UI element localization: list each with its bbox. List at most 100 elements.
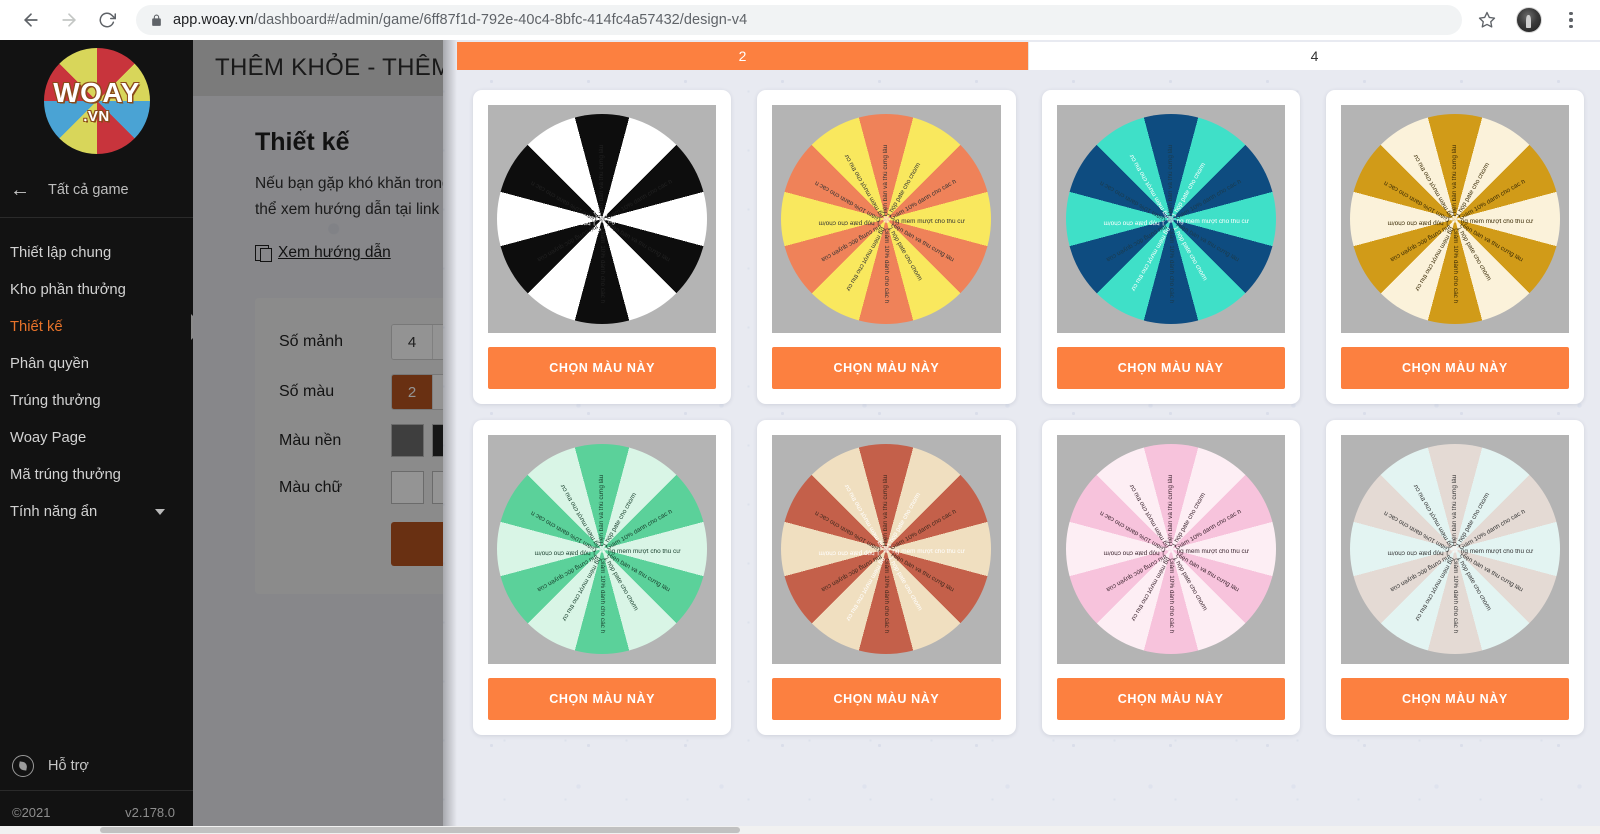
choose-color-button[interactable]: CHỌN MÀU NÀY: [1056, 347, 1285, 390]
color-picker-modal: 2 4 ng mềm mượt cho thú cư Hiện bàn và th…: [443, 40, 1600, 834]
arrow-left-icon: ←: [10, 178, 30, 201]
logo[interactable]: WOAY .VN: [0, 40, 193, 162]
sidebar-item-tinh-nang-an[interactable]: Tính năng ẩn: [0, 493, 193, 530]
sidebar-item-label: Kho phần thưởng: [10, 281, 126, 298]
wheel-segment-label: 1 hộp pate cho chó/m: [534, 219, 597, 226]
wheel-card: ng mềm mượt cho thú cư Hiện bàn và thú cư…: [1325, 90, 1584, 405]
wheel-card: ng mềm mượt cho thú cư Hiện bàn và thú cư…: [1041, 90, 1300, 405]
wheel-card: ng mềm mượt cho thú cư Hiện bàn và thú cư…: [473, 90, 732, 405]
wheel-segment-label: Hiện bàn và thú cưng lâu: [1451, 144, 1458, 217]
wheel-preview: ng mềm mượt cho thú cư Hiện bàn và thú cư…: [1056, 105, 1285, 334]
wheel-segment-label: 1 hộp pate cho chó/m: [818, 549, 881, 556]
sidebar-nav: Thiết lập chung Kho phần thưởng Thiết kế…: [0, 218, 193, 530]
choose-color-button[interactable]: CHỌN MÀU NÀY: [772, 677, 1001, 720]
sidebar-item-phan-quyen[interactable]: Phân quyền: [0, 345, 193, 382]
reload-icon[interactable]: [90, 3, 124, 37]
sidebar-item-label: Thiết kế: [10, 318, 63, 335]
forward-icon[interactable]: [52, 3, 86, 37]
modal-left-shadow: [443, 40, 457, 834]
wheel-segment-label: Hiện bàn và thú cưng lâu: [1167, 144, 1174, 217]
wheel-preview: ng mềm mượt cho thú cư Hiện bàn và thú cư…: [488, 105, 717, 334]
sidebar-item-label: Mã trúng thưởng: [10, 466, 121, 483]
sidebar-item-ma-trung-thuong[interactable]: Mã trúng thưởng: [0, 456, 193, 493]
wheel-card: ng mềm mượt cho thú cư Hiện bàn và thú cư…: [1325, 420, 1584, 735]
wheel-black-white: ng mềm mượt cho thú cư Hiện bàn và thú cư…: [497, 114, 708, 325]
wheel-gold-cream: ng mềm mượt cho thú cư Hiện bàn và thú cư…: [1349, 114, 1560, 325]
wheel-segment-label: ng mềm mượt cho thú cư: [1460, 549, 1534, 556]
scrollbar-thumb[interactable]: [100, 827, 740, 833]
wheel-segment-label: ng mềm mượt cho thú cư: [608, 549, 681, 556]
wheel-segment-label: 1 hộp pate cho chó/m: [1387, 549, 1449, 556]
wheel-segment-label: 1 hộp pate cho chó/m: [1103, 549, 1165, 556]
wheel-segment-label: Giảm 10% dành cho các h: [1167, 228, 1174, 303]
tab-4-colors[interactable]: 4: [1029, 42, 1600, 70]
wheel-segment-label: Hiện bàn và thú cưng lâu: [883, 144, 890, 217]
horizontal-scrollbar[interactable]: [0, 826, 1600, 834]
wheel-segment-label: Hiện bàn và thú cưng lâu: [1451, 475, 1458, 547]
wheel-segment-label: Giảm 10% dành cho các h: [599, 558, 606, 634]
chevron-down-icon: [155, 508, 165, 515]
version-text: v2.178.0: [125, 805, 175, 820]
sidebar-item-woay-page[interactable]: Woay Page: [0, 419, 193, 456]
back-icon[interactable]: [14, 3, 48, 37]
choose-color-button[interactable]: CHỌN MÀU NÀY: [1340, 677, 1569, 720]
wheel-card: ng mềm mượt cho thú cư Hiện bàn và thú cư…: [473, 420, 732, 735]
wheel-terracotta-beige: ng mềm mượt cho thú cư Hiện bàn và thú cư…: [781, 444, 992, 655]
app-viewport: WOAY .VN ← Tất cả game Thiết lập chung K…: [0, 40, 1600, 834]
support-link[interactable]: Hỗ trợ: [0, 742, 193, 790]
wheel-segment-label: Giảm 10% dành cho các h: [1167, 558, 1174, 634]
choose-color-button[interactable]: CHỌN MÀU NÀY: [1056, 677, 1285, 720]
wheel-preview: ng mềm mượt cho thú cư Hiện bàn và thú cư…: [1056, 435, 1285, 664]
wheel-segment-label: Giảm 10% dành cho các h: [1452, 228, 1459, 303]
address-bar[interactable]: app.woay.vn/dashboard#/admin/game/6ff87f…: [136, 5, 1462, 35]
url-text: app.woay.vn/dashboard#/admin/game/6ff87f…: [173, 12, 747, 28]
sidebar-item-label: Tính năng ẩn: [10, 503, 98, 520]
wheel-segment-label: Hiện bàn và thú cưng lâu: [598, 475, 605, 547]
wheel-card: ng mềm mượt cho thú cư Hiện bàn và thú cư…: [1041, 420, 1300, 735]
wheel-navy-turquoise: ng mềm mượt cho thú cư Hiện bàn và thú cư…: [1065, 114, 1276, 325]
wheel-preview: ng mềm mượt cho thú cư Hiện bàn và thú cư…: [488, 435, 717, 664]
wheel-segment-label: ng mềm mượt cho thú cư: [892, 549, 965, 556]
wheel-pink-pale: ng mềm mượt cho thú cư Hiện bàn và thú cư…: [1065, 444, 1276, 655]
wheel-segment-label: Giảm 10% dành cho các h: [599, 228, 606, 303]
wheel-segment-label: Hiện bàn và thú cưng lâu: [1167, 475, 1174, 547]
wheel-preview: ng mềm mượt cho thú cư Hiện bàn và thú cư…: [772, 105, 1001, 334]
choose-color-button[interactable]: CHỌN MÀU NÀY: [488, 677, 717, 720]
sidebar-item-trung-thuong[interactable]: Trúng thưởng: [0, 382, 193, 419]
wheel-segment-label: Giảm 10% dành cho các h: [1452, 558, 1459, 634]
choose-color-button[interactable]: CHỌN MÀU NÀY: [1340, 347, 1569, 390]
sidebar-item-thiet-ke[interactable]: Thiết kế: [0, 308, 193, 345]
color-count-tabs: 2 4: [457, 42, 1600, 70]
back-to-all-games[interactable]: ← Tất cả game: [0, 162, 193, 218]
star-icon[interactable]: [1472, 5, 1502, 35]
compass-icon: [12, 755, 34, 777]
choose-color-button[interactable]: CHỌN MÀU NÀY: [488, 347, 717, 390]
wheel-green-mint: ng mềm mượt cho thú cư Hiện bàn và thú cư…: [497, 444, 708, 655]
url-path: /dashboard#/admin/game/6ff87f1d-792e-40c…: [253, 12, 748, 28]
wheel-segment-label: ng mềm mượt cho thú cư: [1176, 549, 1250, 556]
sidebar-item-label: Trúng thưởng: [10, 392, 101, 409]
wheel-segment-label: 1 hộp pate cho chó/m: [818, 219, 881, 226]
wheel-segment-label: 1 hộp pate cho chó/m: [1387, 219, 1449, 226]
wheel-preview: ng mềm mượt cho thú cư Hiện bàn và thú cư…: [1340, 105, 1569, 334]
support-label: Hỗ trợ: [48, 758, 89, 774]
sidebar: WOAY .VN ← Tất cả game Thiết lập chung K…: [0, 40, 193, 834]
wheel-segment-label: ng mềm mượt cho thú cư: [608, 219, 681, 226]
tab-2-colors[interactable]: 2: [457, 42, 1029, 70]
wheel-coral-yellow: ng mềm mượt cho thú cư Hiện bàn và thú cư…: [781, 114, 992, 325]
choose-color-button[interactable]: CHỌN MÀU NÀY: [772, 347, 1001, 390]
url-host: app.woay.vn: [173, 12, 254, 28]
sidebar-item-label: Phân quyền: [10, 355, 89, 372]
wheel-mint-rose: ng mềm mượt cho thú cư Hiện bàn và thú cư…: [1349, 444, 1560, 655]
sidebar-item-thiet-lap-chung[interactable]: Thiết lập chung: [0, 234, 193, 271]
wheel-segment-label: 1 hộp pate cho chó/m: [534, 549, 597, 556]
wheel-preview: ng mềm mượt cho thú cư Hiện bàn và thú cư…: [772, 435, 1001, 664]
wheel-segment-label: ng mềm mượt cho thú cư: [892, 219, 965, 226]
wheel-segment-label: Hiện bàn và thú cưng lâu: [883, 475, 890, 547]
avatar[interactable]: [1516, 7, 1542, 33]
sidebar-item-label: Woay Page: [10, 429, 87, 446]
sidebar-item-kho-phan-thuong[interactable]: Kho phần thưởng: [0, 271, 193, 308]
browser-toolbar: app.woay.vn/dashboard#/admin/game/6ff87f…: [0, 0, 1600, 40]
wheel-preview: ng mềm mượt cho thú cư Hiện bàn và thú cư…: [1340, 435, 1569, 664]
kebab-menu-icon[interactable]: [1556, 5, 1586, 35]
